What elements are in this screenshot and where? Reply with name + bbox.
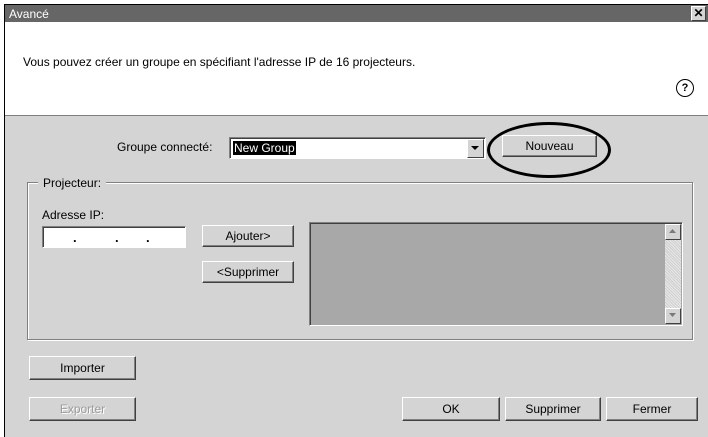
info-band [5,22,708,116]
close-button[interactable]: Fermer [606,397,698,421]
import-button[interactable]: Importer [29,356,136,380]
projector-legend: Projecteur: [38,176,107,190]
ip-dot: . [146,230,150,245]
window-title: Avancé [9,7,49,21]
arrow-up-icon[interactable] [665,224,681,240]
close-icon[interactable]: ✕ [691,6,706,21]
ip-dot: . [115,230,119,245]
arrow-down-icon[interactable] [665,308,681,324]
group-select[interactable]: New Group [229,137,486,159]
ok-button[interactable]: OK [402,397,500,421]
group-selected-value: New Group [233,141,296,155]
title-bar[interactable]: Avancé ✕ [5,5,708,22]
ip-label: Adresse IP: [42,208,105,222]
highlight-circle [487,122,611,178]
remove-button[interactable]: <Supprimer [202,261,294,283]
delete-button[interactable]: Supprimer [505,397,601,421]
ip-dot: . [73,230,77,245]
vertical-scrollbar[interactable] [665,224,681,324]
ip-address-field[interactable]: . . . [42,226,186,248]
help-icon[interactable]: ? [676,79,694,97]
group-label: Groupe connecté: [117,140,213,154]
projector-list[interactable] [309,222,683,326]
info-text: Vous pouvez créer un groupe en spécifian… [23,55,416,69]
add-button[interactable]: Ajouter> [202,225,294,247]
export-button[interactable]: Exporter [29,397,136,421]
chevron-down-icon[interactable] [467,139,484,158]
